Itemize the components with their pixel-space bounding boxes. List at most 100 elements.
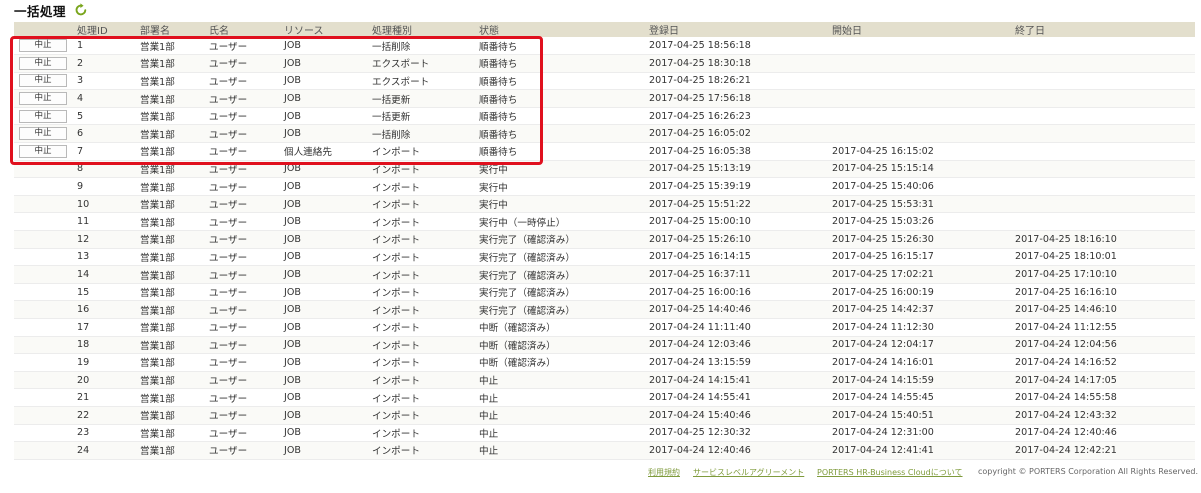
cell-process-id: 24 xyxy=(74,441,137,460)
header-end-date[interactable]: 終了日 xyxy=(1012,22,1195,37)
cell-status: 実行完了（確認済み） xyxy=(476,230,646,249)
cell-registered-date: 2017-04-24 12:40:46 xyxy=(646,441,829,460)
cell-department: 営業1部 xyxy=(137,248,206,267)
abort-button[interactable]: 中止 xyxy=(19,92,67,106)
header-status[interactable]: 状態 xyxy=(476,22,646,37)
cell-registered-date: 2017-04-25 17:56:18 xyxy=(646,89,829,108)
cell-department: 営業1部 xyxy=(137,142,206,161)
header-start-date[interactable]: 開始日 xyxy=(829,22,1012,37)
abort-button[interactable]: 中止 xyxy=(19,144,67,158)
cell-registered-date: 2017-04-25 16:37:11 xyxy=(646,265,829,284)
cell-action: 中止 xyxy=(14,37,74,56)
table-row: 中止 4 営業1部 ユーザー JOB 一括更新 順番待ち 2017-04-25 17:56:1… xyxy=(14,89,1195,108)
cell-department: 営業1部 xyxy=(137,265,206,284)
header-department[interactable]: 部署名 xyxy=(137,22,206,37)
cell-end-date xyxy=(1012,89,1195,108)
cell-registered-date: 2017-04-25 16:14:15 xyxy=(646,248,829,267)
cell-process-type: インポート xyxy=(369,388,476,407)
table-row: 中止 1 営業1部 ユーザー JOB 一括削除 順番待ち 2017-04-25 18:56:1… xyxy=(14,37,1195,56)
table-row: 9 営業1部 ユーザー JOB インポート 実行中 2017-04-25 15:39:19 2… xyxy=(14,177,1195,196)
cell-action xyxy=(14,300,74,319)
about-link[interactable]: PORTERS HR-Business Cloudについて xyxy=(817,467,963,478)
cell-process-id: 16 xyxy=(74,300,137,319)
cell-status: 実行中 xyxy=(476,160,646,179)
cell-end-date xyxy=(1012,54,1195,73)
cell-process-type: インポート xyxy=(369,406,476,425)
header-registered-date[interactable]: 登録日 xyxy=(646,22,829,37)
cell-department: 営業1部 xyxy=(137,336,206,355)
cell-registered-date: 2017-04-24 11:11:40 xyxy=(646,318,829,337)
cell-action: 中止 xyxy=(14,107,74,126)
cell-name: ユーザー xyxy=(206,54,281,73)
cell-action xyxy=(14,388,74,407)
cell-process-id: 14 xyxy=(74,265,137,284)
cell-action xyxy=(14,195,74,214)
cell-start-date xyxy=(829,54,1012,73)
cell-process-id: 3 xyxy=(74,72,137,91)
cell-end-date xyxy=(1012,195,1195,214)
abort-button[interactable]: 中止 xyxy=(19,74,67,88)
abort-button[interactable]: 中止 xyxy=(19,127,67,141)
cell-registered-date: 2017-04-25 16:05:02 xyxy=(646,124,829,144)
cell-process-type: インポート xyxy=(369,441,476,460)
abort-button[interactable]: 中止 xyxy=(19,39,67,53)
cell-process-type: 一括削除 xyxy=(369,124,476,144)
cell-process-type: インポート xyxy=(369,212,476,232)
cell-department: 営業1部 xyxy=(137,124,206,144)
cell-process-id: 4 xyxy=(74,89,137,108)
header-resource[interactable]: リソース xyxy=(281,22,369,37)
cell-status: 順番待ち xyxy=(476,107,646,126)
header-name[interactable]: 氏名 xyxy=(206,22,281,37)
cell-status: 中断（確認済み） xyxy=(476,318,646,337)
terms-link[interactable]: 利用規約 xyxy=(648,467,680,478)
cell-department: 営業1部 xyxy=(137,371,206,390)
cell-registered-date: 2017-04-25 18:30:18 xyxy=(646,54,829,73)
cell-registered-date: 2017-04-25 14:40:46 xyxy=(646,300,829,319)
cell-status: 中断（確認済み） xyxy=(476,353,646,372)
table-row: 16 営業1部 ユーザー JOB インポート 実行完了（確認済み） 2017-04-25 1… xyxy=(14,300,1195,319)
table-row: 中止 6 営業1部 ユーザー JOB 一括削除 順番待ち 2017-04-25 16:05:0… xyxy=(14,124,1195,144)
refresh-icon xyxy=(75,3,86,16)
cell-department: 営業1部 xyxy=(137,212,206,232)
sla-link[interactable]: サービスレベルアグリーメント xyxy=(693,467,804,478)
cell-department: 営業1部 xyxy=(137,230,206,249)
cell-process-type: インポート xyxy=(369,230,476,249)
abort-button[interactable]: 中止 xyxy=(19,109,67,123)
abort-button[interactable]: 中止 xyxy=(19,56,67,70)
cell-process-type: インポート xyxy=(369,353,476,372)
header-process-id[interactable]: 処理ID xyxy=(74,22,137,37)
cell-registered-date: 2017-04-25 12:30:32 xyxy=(646,424,829,443)
cell-action xyxy=(14,406,74,425)
cell-department: 営業1部 xyxy=(137,424,206,443)
cell-end-date: 2017-04-25 17:10:10 xyxy=(1012,265,1195,284)
cell-process-type: インポート xyxy=(369,424,476,443)
cell-resource: JOB xyxy=(281,371,369,390)
table-row: 18 営業1部 ユーザー JOB インポート 中断（確認済み） 2017-04-24 12:… xyxy=(14,336,1195,355)
cell-name: ユーザー xyxy=(206,72,281,91)
cell-resource: JOB xyxy=(281,283,369,302)
cell-name: ユーザー xyxy=(206,177,281,196)
cell-registered-date: 2017-04-24 15:40:46 xyxy=(646,406,829,425)
header-process-type[interactable]: 処理種別 xyxy=(369,22,476,37)
cell-name: ユーザー xyxy=(206,248,281,267)
table-header-row: 処理ID 部署名 氏名 リソース 処理種別 状態 登録日 開始日 終了日 xyxy=(14,22,1195,37)
footer: 利用規約 サービスレベルアグリーメント PORTERS HR-Business … xyxy=(0,467,1201,479)
cell-registered-date: 2017-04-24 14:55:41 xyxy=(646,388,829,407)
cell-start-date xyxy=(829,107,1012,126)
cell-name: ユーザー xyxy=(206,142,281,161)
cell-resource: JOB xyxy=(281,160,369,179)
table-row: 23 営業1部 ユーザー JOB インポート 中止 2017-04-25 12:30:32 2… xyxy=(14,424,1195,443)
cell-process-type: インポート xyxy=(369,195,476,214)
batch-process-table: 処理ID 部署名 氏名 リソース 処理種別 状態 登録日 開始日 終了日 中止 1… xyxy=(14,22,1195,460)
cell-start-date: 2017-04-25 17:02:21 xyxy=(829,265,1012,284)
cell-registered-date: 2017-04-25 18:26:21 xyxy=(646,72,829,91)
cell-end-date xyxy=(1012,37,1195,56)
table-row: 中止 2 営業1部 ユーザー JOB エクスポート 順番待ち 2017-04-25 18:30… xyxy=(14,54,1195,73)
cell-name: ユーザー xyxy=(206,160,281,179)
cell-status: 順番待ち xyxy=(476,72,646,91)
cell-name: ユーザー xyxy=(206,124,281,144)
cell-start-date: 2017-04-25 14:42:37 xyxy=(829,300,1012,319)
cell-department: 営業1部 xyxy=(137,107,206,126)
cell-process-id: 20 xyxy=(74,371,137,390)
refresh-button[interactable] xyxy=(73,3,88,18)
